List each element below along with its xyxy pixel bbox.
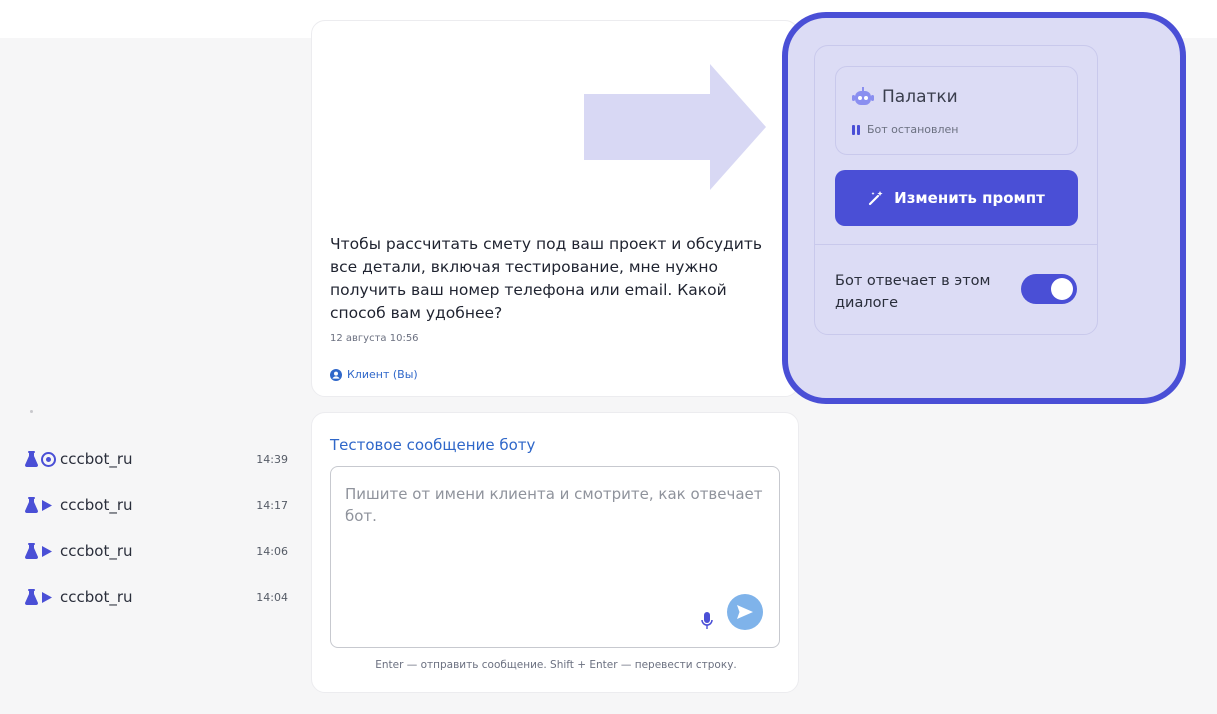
flask-icon <box>25 496 38 513</box>
message-text: Чтобы рассчитать смету под ваш проект и … <box>330 235 762 322</box>
conversation-time: 14:39 <box>256 452 288 466</box>
panel-divider <box>815 244 1097 245</box>
conversation-time: 14:04 <box>256 590 288 604</box>
bot-panel: Палатки Бот остановлен Изменить промпт Б… <box>814 45 1098 335</box>
microphone-icon[interactable] <box>701 612 713 630</box>
robot-icon <box>852 87 874 105</box>
bot-card[interactable]: Палатки Бот остановлен <box>835 66 1078 155</box>
magic-wand-icon <box>869 191 883 206</box>
flask-icon <box>25 450 38 467</box>
play-icon <box>42 499 52 511</box>
conversation-time: 14:06 <box>256 544 288 558</box>
send-button[interactable] <box>727 594 763 630</box>
play-icon <box>42 545 52 557</box>
flask-icon <box>25 542 38 559</box>
message-date: 12 августа 10:56 <box>330 333 419 344</box>
test-message-hint: Enter — отправить сообщение. Shift + Ent… <box>375 659 737 671</box>
message-author-label: Клиент (Вы) <box>347 368 418 381</box>
flask-icon <box>25 588 38 605</box>
toggle-knob <box>1051 278 1073 300</box>
bot-reply-toggle-label: Бот отвечает в этом диалоге <box>835 273 991 311</box>
conversation-item[interactable]: cccbot_ru 14:06 <box>24 528 288 574</box>
bot-status: Бот остановлен <box>867 123 959 136</box>
target-icon <box>41 451 56 467</box>
pointer-arrow-icon <box>584 64 766 190</box>
edit-prompt-button[interactable]: Изменить промпт <box>835 170 1078 226</box>
conversation-name: cccbot_ru <box>60 542 133 560</box>
play-icon <box>42 591 52 603</box>
user-circle-icon <box>330 368 342 381</box>
bot-name: Палатки <box>882 87 958 107</box>
conversation-time: 14:17 <box>256 498 288 512</box>
test-message-title: Тестовое сообщение боту <box>330 436 536 454</box>
test-message-placeholder: Пишите от имени клиента и смотрите, как … <box>345 485 763 525</box>
scroll-dot <box>30 410 33 413</box>
message-author: Клиент (Вы) <box>330 368 418 381</box>
conversation-item[interactable]: cccbot_ru 14:17 <box>24 482 288 528</box>
pause-icon <box>852 124 860 135</box>
edit-prompt-label: Изменить промпт <box>894 189 1045 207</box>
send-icon <box>737 605 753 619</box>
bot-reply-toggle[interactable] <box>1021 274 1077 304</box>
conversation-item[interactable]: cccbot_ru 14:39 <box>24 436 288 482</box>
conversation-name: cccbot_ru <box>60 496 133 514</box>
test-message-card: Тестовое сообщение боту Пишите от имени … <box>311 412 799 693</box>
test-message-input[interactable]: Пишите от имени клиента и смотрите, как … <box>330 466 780 648</box>
bot-panel-highlight: Палатки Бот остановлен Изменить промпт Б… <box>782 12 1186 404</box>
conversation-name: cccbot_ru <box>60 450 133 468</box>
conversation-list: cccbot_ru 14:39 cccbot_ru 14:17 cccbot_r… <box>24 436 288 620</box>
conversation-item[interactable]: cccbot_ru 14:04 <box>24 574 288 620</box>
conversation-name: cccbot_ru <box>60 588 133 606</box>
